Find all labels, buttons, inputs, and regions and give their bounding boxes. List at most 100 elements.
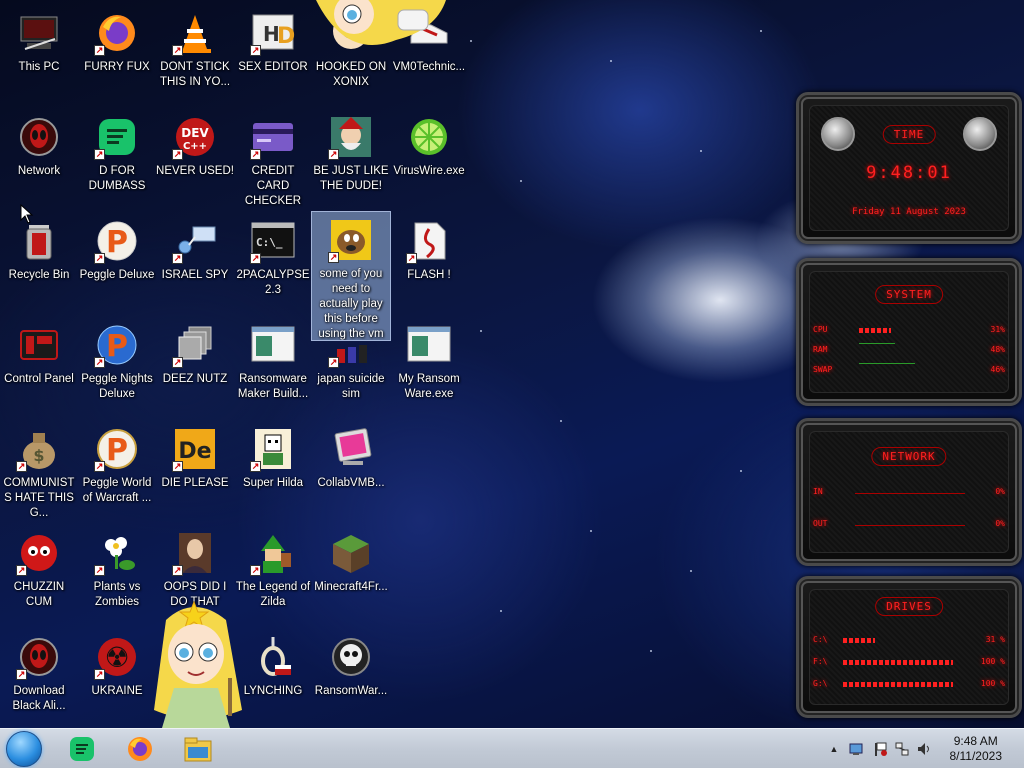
desktop-icon-be-just-like-the-dude[interactable]: ↗ BE JUST LIKE THE DUDE! [312,108,390,208]
system-row-cpu: CPU 31% [813,325,1005,334]
icon-label: DEEZ NUTZ [162,373,228,385]
desktop-icon-minecraft[interactable]: Minecraft4Fr... [312,524,390,624]
portrait-icon: ↗ [172,530,218,576]
shortcut-arrow-icon: ↗ [16,565,27,576]
shortcut-arrow-icon: ↗ [406,253,417,264]
desktop-icon-sex-editor[interactable]: HD ↗ SEX EDITOR [234,4,312,104]
flag-icon[interactable] [872,741,888,757]
desktop-icon-this-pc[interactable]: This PC [0,4,78,104]
noose-icon [250,634,296,680]
network-row-out: OUT 0% [813,519,1005,528]
taskbar-clock[interactable]: 9:48 AM 8/11/2023 [950,734,1003,764]
desktop-icon-communists[interactable]: $ ↗ COMMUNISTS HATE THIS G... [0,420,78,520]
desktop-icon-ransomware-maker[interactable]: Ransomware Maker Build... [234,316,312,416]
drives-gadget: DRIVES C:\ 31 % F:\ 100 % G:\ 100 % [796,576,1022,718]
desktop-icon-japan-suicide-sim[interactable]: ↗ japan suicide sim [312,316,390,416]
devcpp-icon: DEV C++ ↗ [172,114,218,160]
control-panel-icon [16,322,62,368]
shortcut-arrow-icon: ↗ [250,461,261,472]
desktop-icon-collabvm[interactable]: CollabVMB... [312,420,390,520]
desktop-icon-d-for-dumbass[interactable]: ↗ D FOR DUMBASS [78,108,156,208]
svg-text:P: P [106,433,128,468]
system-gadget: SYSTEM CPU 31% RAM 48% SWAP 46% [796,258,1022,406]
icon-label: Peggle Deluxe [79,269,155,281]
system-gadget-title: SYSTEM [875,285,943,304]
green-chat-icon [70,737,94,761]
shortcut-arrow-icon: ↗ [328,149,339,160]
desktop-icon-control-panel[interactable]: Control Panel [0,316,78,416]
desktop-icon-ransomwar[interactable]: RansomWar... [312,628,390,728]
system-row-swap: SWAP 46% [813,363,1005,374]
hxd-icon: HD ↗ [250,10,296,56]
desktop-icon-peggle-nights-deluxe[interactable]: P ↗ Peggle Nights Deluxe [78,316,156,416]
svg-text:P: P [106,225,128,260]
desktop-icon-super-hilda[interactable]: ↗ Super Hilda [234,420,312,520]
desktop-icon-chuzzin-cum[interactable]: ↗ CHUZZIN CUM [0,524,78,624]
time-gadget-title: TIME [882,125,936,144]
desktop-icon-never-used[interactable]: DEV C++ ↗ NEVER USED! [156,108,234,208]
alien-head-icon: ↗ [16,634,62,680]
icon-label: This PC [18,61,60,73]
taskbar-firefox-button[interactable] [120,732,160,766]
tray-overflow-chevron-icon[interactable]: ▲ [826,741,842,757]
desktop-icon-2pacalypse[interactable]: C:\_ ↗ 2PACALYPSE 2.3 [234,212,312,312]
pixel-figures-icon: ↗ [328,322,374,368]
icon-label: COMMUNISTS HATE THIS G... [3,476,75,519]
firefox-icon [128,737,152,761]
icon-label: DIE PLEASE [161,477,229,489]
desktop-icon-die-please[interactable]: De ↗ DIE PLEASE [156,420,234,520]
shortcut-arrow-icon: ↗ [172,149,183,160]
taskbar-file-explorer-button[interactable] [178,732,218,766]
icon-label: Plants vs Zombies [93,581,141,608]
chuzzle-icon: ↗ [16,530,62,576]
desktop-icon-ukraine[interactable]: ☢ ↗ UKRAINE [78,628,156,728]
flash-file-icon: ↗ [406,218,452,264]
scooby-doo-icon: ↗ [328,218,374,263]
desktop-icon-download-black-alien[interactable]: ↗ Download Black Ali... [0,628,78,728]
shortcut-arrow-icon: ↗ [94,45,105,56]
desktop-icon-israel-spy[interactable]: ↗ ISRAEL SPY [156,212,234,312]
icon-label: SEX EDITOR [238,61,308,73]
desktop-icon-recycle-bin[interactable]: Recycle Bin [0,212,78,312]
desktop-icon-plants-vs-zombies[interactable]: ↗ Plants vs Zombies [78,524,156,624]
shortcut-arrow-icon: ↗ [172,565,183,576]
icon-label: japan suicide sim [317,373,385,400]
folder-icon [184,737,212,762]
desktop-icon-furry-fux[interactable]: ↗ FURRY FUX [78,4,156,104]
desktop-icon-viruswire[interactable]: VirusWire.exe [390,108,468,208]
desktop-icon-my-ransom-ware[interactable]: My Ransom Ware.exe [390,316,468,416]
desktop-icon-credit-card-checker[interactable]: ↗ CREDIT CARD CHECKER [234,108,312,208]
desktop-icon-peggle-deluxe[interactable]: P ↗ Peggle Deluxe [78,212,156,312]
connection-icon[interactable] [894,741,910,757]
icon-label: FURRY FUX [84,61,150,73]
icon-label: ISRAEL SPY [161,269,229,281]
peggle-icon: P ↗ [94,426,140,472]
icon-label: Peggle Nights Deluxe [81,373,153,400]
desktop-icon-flash[interactable]: ↗ FLASH ! [390,212,468,312]
shortcut-arrow-icon: ↗ [250,565,261,576]
desktop-icon-deez-nutz[interactable]: ↗ DEEZ NUTZ [156,316,234,416]
money-glyph: $ [33,446,44,465]
desktop-icon-network[interactable]: Network [0,108,78,208]
alien-head-icon [963,117,997,151]
svg-text:D: D [277,24,295,49]
de-logo-icon: De ↗ [172,426,218,472]
shortcut-arrow-icon: ↗ [172,357,183,368]
shortcut-arrow-icon: ↗ [250,45,261,56]
start-button[interactable] [6,731,42,767]
gadget-date: Friday 11 August 2023 [852,207,966,217]
taskbar: ▲ 9:48 AM 8/11/2023 [0,728,1024,768]
taskbar-d-for-dumbass-button[interactable] [62,732,102,766]
volume-icon[interactable] [916,741,932,757]
system-tray: ▲ 9:48 AM 8/11/2023 [814,729,1024,768]
shortcut-arrow-icon: ↗ [328,357,339,368]
application-window-icon [406,322,452,368]
devcpp-sub-glyph: C++ [183,141,207,152]
network-tray-icon[interactable] [848,741,864,757]
icon-label: Peggle World of Warcraft ... [82,477,152,504]
computer-icon [16,10,62,56]
devcpp-glyph: DEV [181,126,209,140]
icon-label: Download Black Ali... [12,685,66,712]
desktop-icon-peggle-world-of-warcraft[interactable]: P ↗ Peggle World of Warcraft ... [78,420,156,520]
desktop-icon-dont-stick-this[interactable]: ↗ DONT STICK THIS IN YO... [156,4,234,104]
